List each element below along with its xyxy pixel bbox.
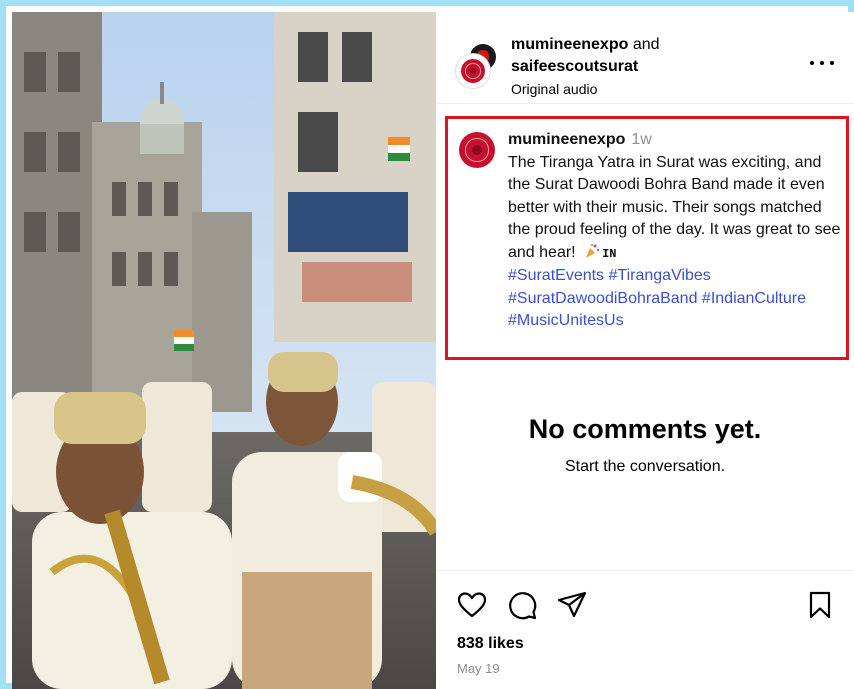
post-detail-panel: mumineenexpo and saifeescoutsurat Origin… <box>436 12 854 689</box>
post-header-text: mumineenexpo and saifeescoutsurat Origin… <box>511 34 801 99</box>
more-options-icon[interactable] <box>808 56 836 72</box>
username-collab[interactable]: saifeescoutsurat <box>511 56 801 78</box>
caption-body: The Tiranga Yatra in Surat was exciting,… <box>508 153 841 261</box>
likes-count[interactable]: 838 likes <box>457 635 524 653</box>
caption-time[interactable]: 1w <box>631 131 651 148</box>
logo-icon <box>461 59 485 83</box>
post-date[interactable]: May 19 <box>457 661 500 676</box>
empty-subtitle: Start the conversation. <box>564 458 726 475</box>
comment-icon[interactable] <box>506 589 538 621</box>
post-video[interactable] <box>12 12 436 689</box>
bookmark-icon[interactable] <box>804 589 836 621</box>
caption-highlight: mumineenexpo 1w The Tiranga Yatra in Sura… <box>445 116 849 360</box>
caption-text: mumineenexpo 1w The Tiranga Yatra in Sura… <box>508 129 844 333</box>
logo-icon <box>459 132 495 168</box>
heart-icon[interactable] <box>456 589 488 621</box>
caption-avatar[interactable] <box>459 132 495 168</box>
collab-joiner: and <box>632 36 660 53</box>
post-frame: mumineenexpo and saifeescoutsurat Origin… <box>0 0 854 689</box>
empty-title: No comments yet. <box>528 414 762 444</box>
hashtag[interactable]: #SuratDawoodiBohraBand <box>508 290 697 307</box>
paper-plane-icon[interactable] <box>556 589 588 621</box>
hashtag[interactable]: #IndianCulture <box>702 290 806 307</box>
hashtag[interactable]: #SuratEvents <box>508 267 604 284</box>
hashtag[interactable]: #MusicUnitesUs <box>508 312 624 329</box>
collab-avatars[interactable] <box>456 42 500 88</box>
audio-label[interactable]: Original audio <box>511 79 801 99</box>
avatar-mumineenexpo[interactable] <box>456 54 490 88</box>
post-actions: 838 likes May 19 <box>436 570 854 689</box>
post-header: mumineenexpo and saifeescoutsurat Origin… <box>436 12 854 104</box>
video-frame-image <box>12 12 436 689</box>
comments-empty-state: No comments yet. Start the conversation. <box>436 412 854 476</box>
hashtag[interactable]: #TirangaVibes <box>609 267 711 284</box>
flag-india: IN <box>602 246 617 261</box>
party-popper-icon <box>586 243 600 258</box>
username-primary[interactable]: mumineenexpo <box>511 36 628 53</box>
caption-username[interactable]: mumineenexpo <box>508 131 625 148</box>
